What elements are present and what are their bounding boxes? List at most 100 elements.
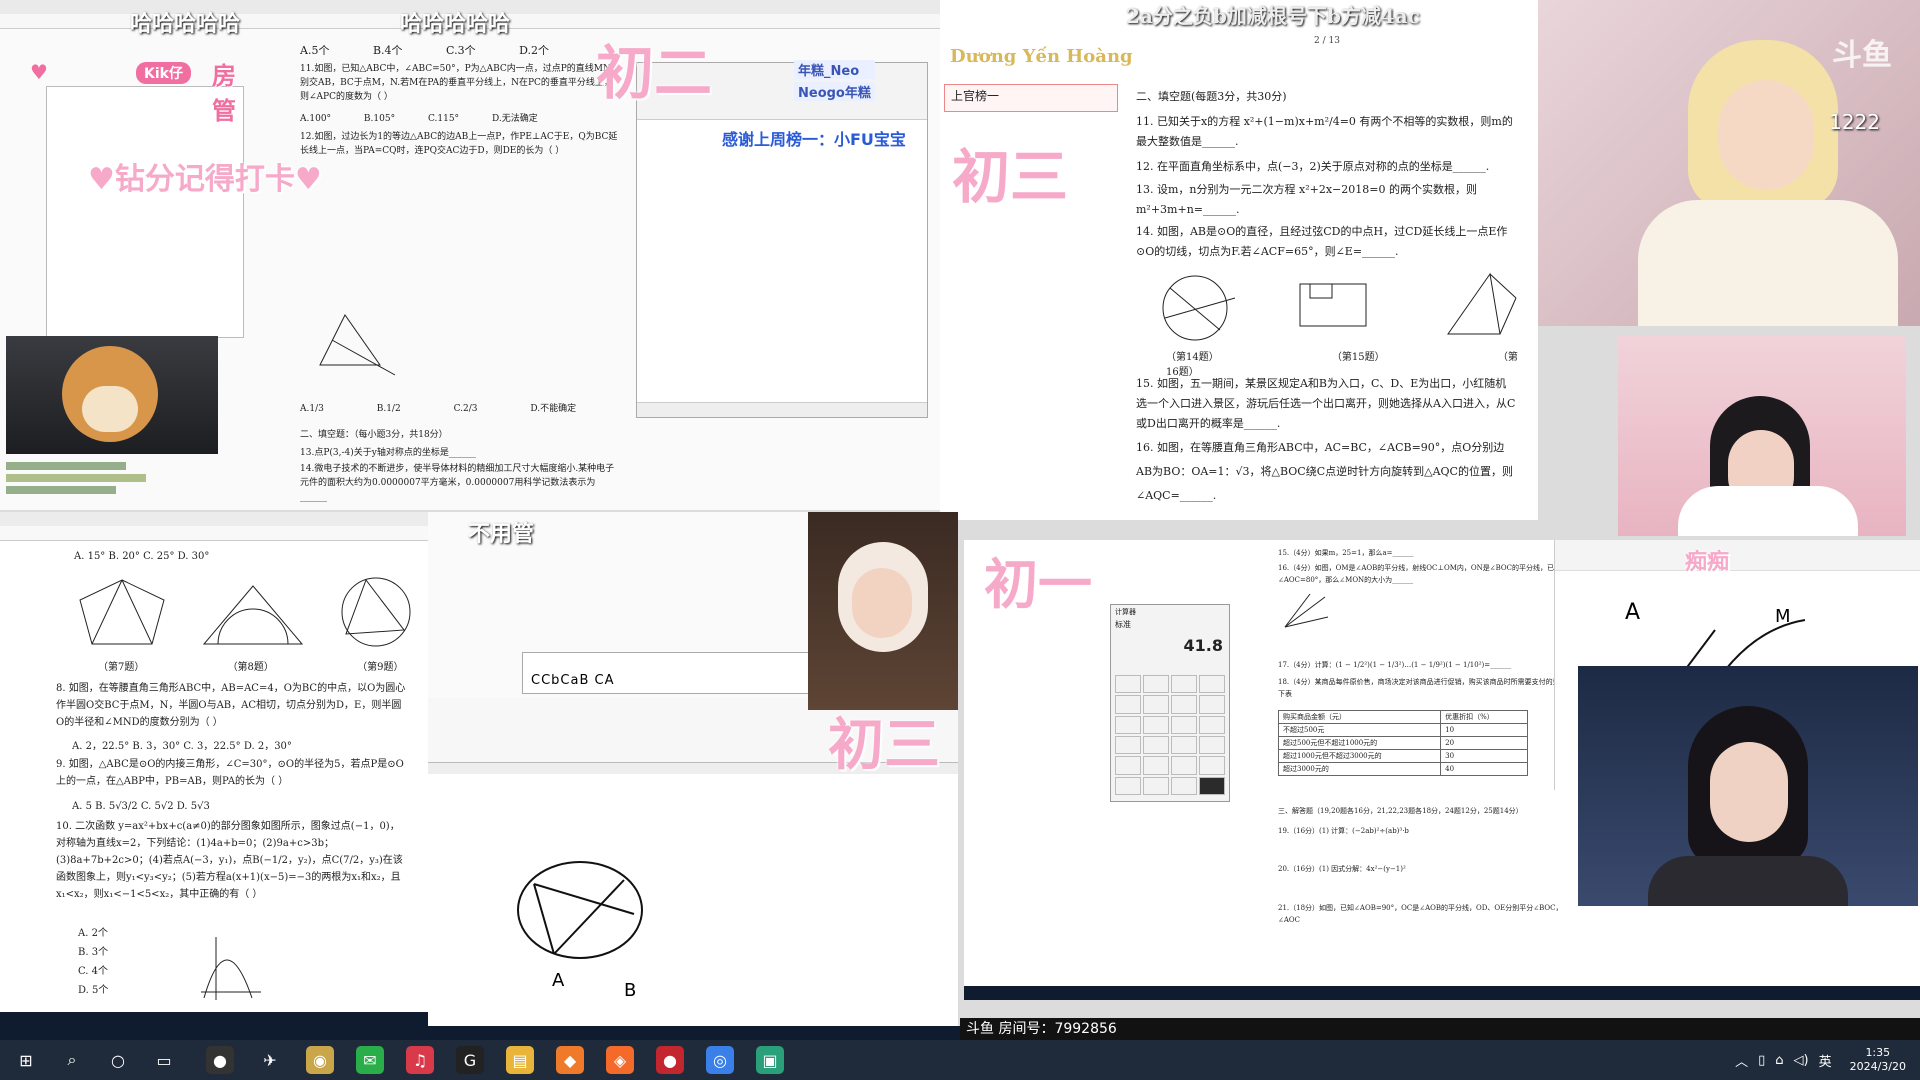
tray-chevron-up-icon[interactable]: ︿ xyxy=(1735,1051,1748,1070)
windows-start-icon[interactable]: ⊞ xyxy=(12,1046,40,1074)
q12-opt-b: B.1/2 xyxy=(376,404,401,414)
paint-label-a: A xyxy=(552,970,565,991)
bl-fig-labels: （第7题） （第8题） （第9题） xyxy=(98,658,438,673)
obs-icon[interactable]: ● xyxy=(206,1046,234,1074)
calc-display: 41.8 xyxy=(1183,636,1223,655)
volume-icon[interactable]: ◁) xyxy=(1794,1053,1809,1068)
q11-opt-a: A.100° xyxy=(300,114,332,124)
calc-key[interactable] xyxy=(1115,776,1141,795)
calc-keypad[interactable] xyxy=(1115,675,1225,795)
webcam-top-right: 斗鱼 1222 xyxy=(1538,0,1920,326)
red-app-icon[interactable]: ● xyxy=(656,1046,684,1074)
calculator-window[interactable]: 计算器 标准 41.8 xyxy=(1110,604,1230,802)
room-number-strip: 斗鱼 房间号：7992856 xyxy=(960,1018,1920,1040)
task-view-icon[interactable]: ▭ xyxy=(150,1046,178,1074)
tr-q13: 13. 设m，n分别为一元二次方程 x²+2x−2018=0 的两个实数根，则 … xyxy=(1136,183,1477,216)
calc-key[interactable] xyxy=(1199,695,1225,714)
windows-taskbar: ⊞ ⌕ ○ ▭ ● ✈ ◉ ✉ ♫ G ▤ ◆ ◈ ● ◎ ▣ ︿ ▯ ⌂ ◁)… xyxy=(0,1040,1920,1080)
fig9-label: （第9题） xyxy=(357,662,404,673)
clock-time: 1:35 xyxy=(1865,1046,1891,1059)
calc-key[interactable] xyxy=(1143,695,1169,714)
calc-key[interactable] xyxy=(1171,715,1197,734)
calc-key[interactable] xyxy=(1143,715,1169,734)
bottom-left-mini-taskbar[interactable] xyxy=(0,1012,450,1026)
paint-window-tl[interactable] xyxy=(636,62,928,418)
opt-d: D.2个 xyxy=(519,44,550,57)
calc-key[interactable] xyxy=(1115,715,1141,734)
clock[interactable]: 1:35 2024/3/20 xyxy=(1850,1046,1906,1074)
grade-chu2-label: 初二 xyxy=(596,39,713,107)
q11-opt-d: D.无法确定 xyxy=(491,114,538,124)
song-title: Dương Yến Hoàng xyxy=(950,46,1133,67)
br-q20: 20.（16分）(1) 因式分解：4x²−(y−1)² xyxy=(1278,865,1406,873)
math-document-tl: A.5个 B.4个 C.3个 D.2个 11.如图，已知△ABC中，∠ABC=5… xyxy=(290,30,620,510)
wechat-icon[interactable]: ✉ xyxy=(356,1046,384,1074)
top-formula: 2a分之负b加减根号下b方减4ac xyxy=(1126,4,1420,28)
bottom-left-document: A. 15° B. 20° C. 25° D. 30° （第7题） （第8题） … xyxy=(0,512,450,1026)
g-app-icon[interactable]: G xyxy=(456,1046,484,1074)
calc-key[interactable] xyxy=(1143,776,1169,795)
calc-key[interactable] xyxy=(1171,756,1197,775)
calc-key[interactable] xyxy=(1143,756,1169,775)
green-app-icon[interactable]: ▣ xyxy=(756,1046,784,1074)
calc-key[interactable] xyxy=(1171,776,1197,795)
chat-area xyxy=(6,458,166,508)
no-need-label: 不用管 xyxy=(468,522,535,547)
cell: 超过3000元的 xyxy=(1277,762,1442,776)
table-row: 超过1000元但不超过3000元的 30 xyxy=(1277,749,1528,763)
cortana-icon[interactable]: ○ xyxy=(104,1046,132,1074)
paint-canvas[interactable]: A B xyxy=(428,774,958,1026)
tr-q14: 14. 如图，AB是⊙O的直径，且经过弦CD的中点H，过CD延长线上一点E作⊙O… xyxy=(1136,225,1508,258)
chrome-icon[interactable]: ◎ xyxy=(706,1046,734,1074)
crazy-label: 痴痴 xyxy=(1685,550,1730,575)
tl-sec2: 二、填空题：（每小题3分，共18分） xyxy=(300,430,448,440)
calc-key[interactable] xyxy=(1199,756,1225,775)
calc-key[interactable] xyxy=(1115,695,1141,714)
top-left-pane: A.5个 B.4个 C.3个 D.2个 11.如图，已知△ABC中，∠ABC=5… xyxy=(0,0,940,510)
pdf-tabbar[interactable] xyxy=(0,512,450,527)
webcam-right-middle xyxy=(1618,336,1906,536)
grade-chu3-label: 初三 xyxy=(952,143,1069,211)
douyu-app-icon[interactable]: ◈ xyxy=(606,1046,634,1074)
tr-q15: 15. 如图，五一期间，某景区规定A和B为入口，C、D、E为出口，小红随机选一个… xyxy=(1136,377,1516,430)
table-head-discount: 优惠折扣（%） xyxy=(1440,710,1528,724)
q12-opt-d: D.不能确定 xyxy=(530,404,577,414)
bl-q9: 9. 如图，△ABC是⊙O的内接三角形，∠C=30°，⊙O的半径为5，若点P是⊙… xyxy=(56,759,404,787)
bl-q9-opts: A. 5 B. 5√3/2 C. 5√2 D. 5√3 xyxy=(72,801,210,812)
calc-key[interactable] xyxy=(1115,675,1141,694)
paint-label-b: B xyxy=(624,980,637,1001)
calc-key[interactable] xyxy=(1199,675,1225,694)
calc-key[interactable] xyxy=(1115,756,1141,775)
calc-key[interactable] xyxy=(1143,675,1169,694)
owl-app-icon[interactable]: ◉ xyxy=(306,1046,334,1074)
stream-rank-box: 上官榜一 xyxy=(944,84,1118,112)
br-q16: 16.（4分）如图，OM是∠AOB的平分线，射线OC⊥OM内，ON是∠BOC的平… xyxy=(1278,564,1561,584)
calc-key[interactable] xyxy=(1171,675,1197,694)
file-explorer-icon[interactable]: ▤ xyxy=(506,1046,534,1074)
parabola-figure xyxy=(201,937,261,1000)
rank-label: 上官榜一 xyxy=(951,89,1000,103)
pdf-toolbar[interactable] xyxy=(0,526,450,541)
calc-key[interactable] xyxy=(1171,735,1197,755)
orange-app-icon[interactable]: ◆ xyxy=(556,1046,584,1074)
network-icon[interactable]: ⌂ xyxy=(1775,1053,1783,1068)
battery-icon[interactable]: ▯ xyxy=(1758,1053,1765,1068)
calc-key[interactable] xyxy=(1199,735,1225,755)
search-icon[interactable]: ⌕ xyxy=(58,1046,86,1074)
tr-q16: 16. 如图，在等腰直角三角形ABC中，AC=BC，∠ACB=90°，点O分别边… xyxy=(1136,441,1513,502)
paint-window-center[interactable]: CCbCaB CA A B 不用管 初三 xyxy=(428,512,958,1026)
bottom-right-mini-taskbar[interactable] xyxy=(964,986,1920,1000)
q10-opt-c: C. 4个 xyxy=(78,966,109,977)
input-language[interactable]: 英 xyxy=(1819,1051,1832,1070)
calc-equals-key[interactable] xyxy=(1199,776,1225,795)
calc-key[interactable] xyxy=(1171,695,1197,714)
triangle-figure xyxy=(319,314,396,376)
calc-key[interactable] xyxy=(1115,735,1141,755)
calc-key[interactable] xyxy=(1143,735,1169,755)
calc-key[interactable] xyxy=(1199,715,1225,734)
plane-app-icon[interactable]: ✈ xyxy=(256,1046,284,1074)
opt-a: A.5个 xyxy=(300,44,330,57)
cell: 30 xyxy=(1440,749,1528,763)
fig9-circle xyxy=(341,577,411,647)
netease-music-icon[interactable]: ♫ xyxy=(406,1046,434,1074)
